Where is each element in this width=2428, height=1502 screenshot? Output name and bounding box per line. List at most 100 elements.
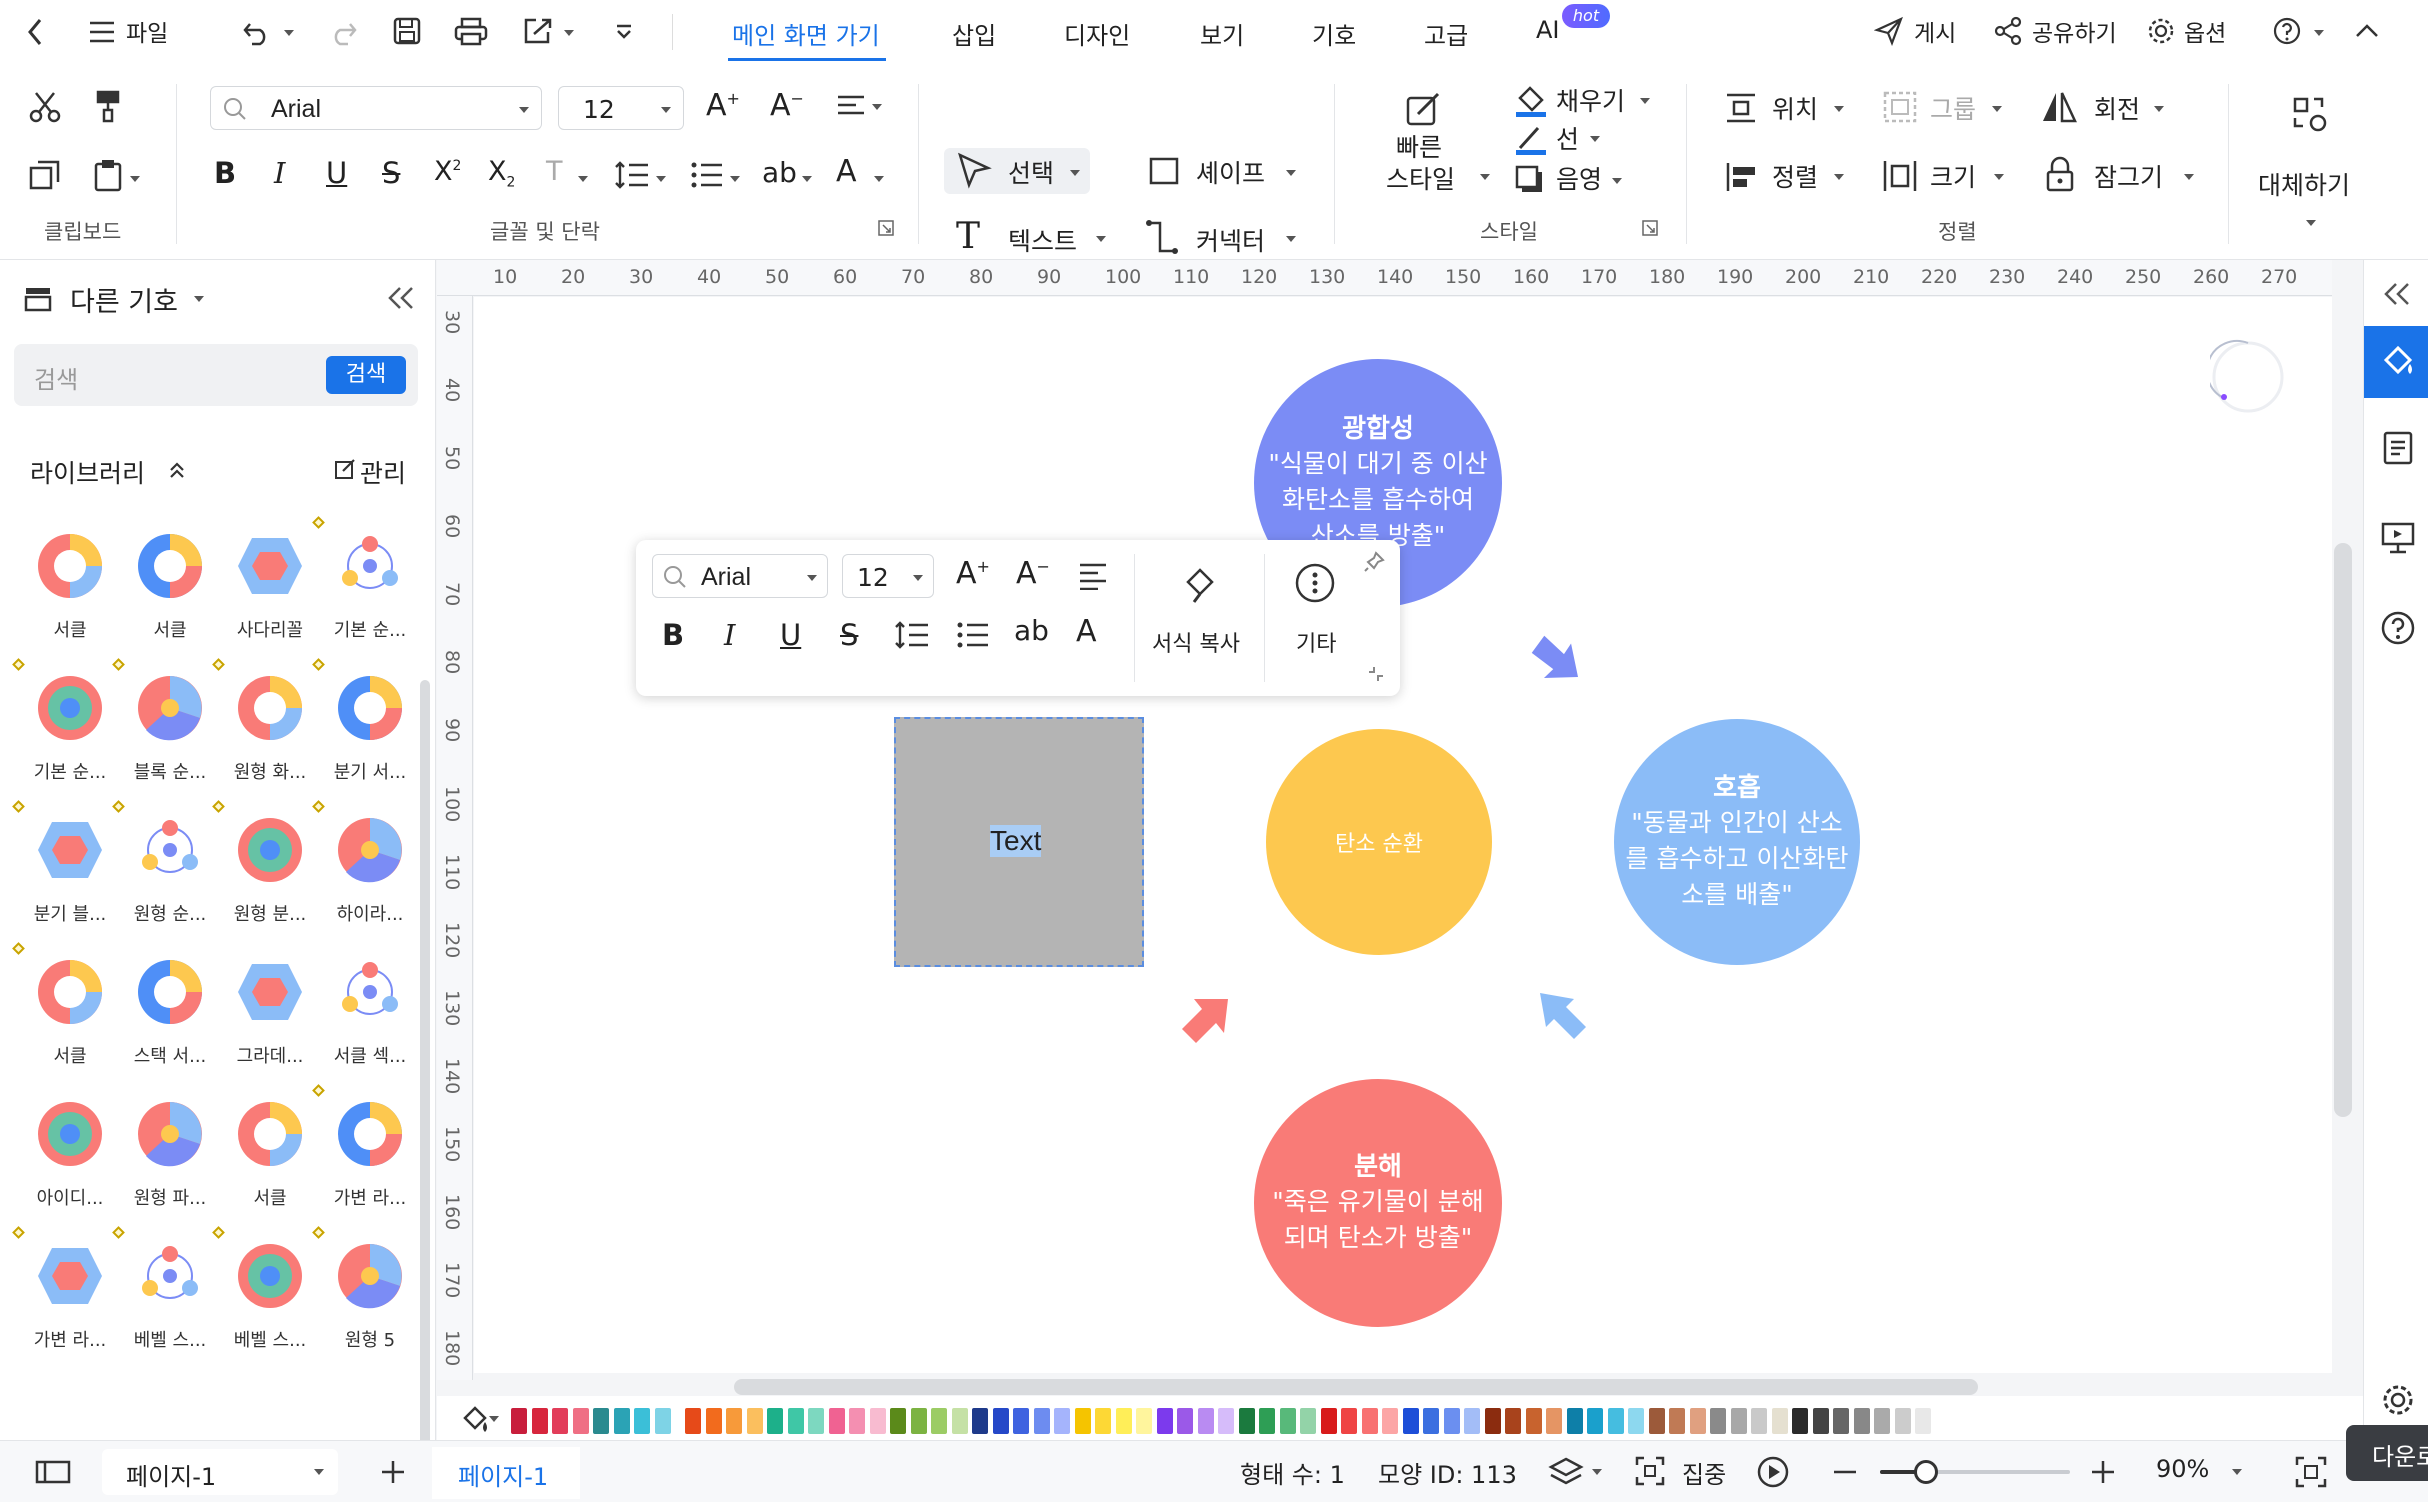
decomposition-node[interactable]: 분해 "죽은 유기물이 분해되며 탄소가 방출" — [1254, 1079, 1502, 1327]
color-swatch[interactable] — [1771, 1408, 1788, 1434]
gear-icon[interactable] — [2146, 16, 2176, 46]
library-shape-thumbnail[interactable] — [34, 1098, 106, 1170]
color-swatch[interactable] — [951, 1408, 968, 1434]
rotate-icon[interactable] — [2040, 90, 2078, 124]
panel-title-dropdown-icon[interactable] — [194, 296, 204, 302]
color-swatch[interactable] — [1197, 1408, 1214, 1434]
group-button[interactable]: 그룹 — [1930, 90, 1976, 126]
color-swatch[interactable] — [1218, 1408, 1234, 1434]
float-line-spacing-icon[interactable] — [894, 620, 930, 650]
color-swatch[interactable] — [1853, 1408, 1870, 1434]
panel-scrollbar[interactable] — [420, 680, 430, 1480]
file-menu[interactable]: 파일 — [126, 14, 168, 48]
download-tooltip[interactable]: 다운로 — [2346, 1425, 2428, 1481]
canvas-v-scrollbar[interactable] — [2334, 543, 2352, 1117]
color-swatch[interactable] — [511, 1408, 527, 1434]
line-button[interactable]: 선 — [1556, 120, 1579, 156]
float-decrease-font-icon[interactable]: A− — [1016, 556, 1050, 591]
italic-icon[interactable]: I — [274, 156, 285, 190]
shadow-button[interactable]: 음영 — [1556, 160, 1602, 196]
tab-insert[interactable]: 삽입 — [952, 16, 996, 51]
collapse-toolbar-icon[interactable] — [1366, 664, 1386, 684]
group-icon[interactable] — [1882, 90, 1918, 124]
superscript-icon[interactable]: X2 — [434, 156, 461, 187]
library-shape-thumbnail[interactable] — [34, 530, 106, 602]
selected-text-shape[interactable]: Text — [894, 717, 1144, 967]
align-left-icon[interactable] — [836, 94, 866, 120]
connector-dropdown-icon[interactable] — [1286, 236, 1296, 242]
redo-icon[interactable] — [328, 18, 358, 46]
quick-style-label-1[interactable]: 빠른 — [1396, 128, 1442, 164]
float-font-family-select[interactable]: Arial — [652, 554, 828, 598]
increase-font-icon[interactable]: A+ — [706, 88, 740, 123]
color-swatch[interactable] — [1833, 1408, 1849, 1434]
color-swatch[interactable] — [1013, 1408, 1029, 1434]
replace-icon[interactable] — [2292, 96, 2328, 134]
color-swatch[interactable] — [1730, 1408, 1747, 1434]
float-strikethrough-icon[interactable]: S — [840, 618, 858, 652]
color-swatch[interactable] — [1812, 1408, 1829, 1434]
panel-title[interactable]: 다른 기호 — [70, 280, 178, 319]
quick-style-icon[interactable] — [1404, 90, 1442, 128]
print-icon[interactable] — [454, 16, 488, 46]
hamburger-icon[interactable] — [88, 20, 116, 44]
settings-gear-icon[interactable] — [2380, 1382, 2416, 1418]
library-shape-thumbnail[interactable] — [34, 1240, 106, 1312]
float-font-color-icon[interactable]: A — [1076, 614, 1097, 649]
fill-button[interactable]: 채우기 — [1556, 82, 1625, 118]
fill-icon[interactable] — [1514, 84, 1548, 118]
quick-style-dropdown-icon[interactable] — [1480, 174, 1490, 180]
format-copy-button[interactable]: 서식 복사 — [1152, 626, 1240, 658]
library-shape-thumbnail[interactable] — [34, 956, 106, 1028]
size-icon[interactable] — [1882, 158, 1918, 194]
presentation-icon[interactable] — [2380, 520, 2416, 556]
tab-home[interactable]: 메인 화면 가기 — [732, 16, 880, 51]
color-swatch[interactable] — [1689, 1408, 1706, 1434]
color-swatch[interactable] — [992, 1408, 1009, 1434]
font-color-icon[interactable]: A — [836, 154, 857, 189]
color-swatch[interactable] — [1074, 1408, 1091, 1434]
color-swatch[interactable] — [1300, 1408, 1316, 1434]
color-swatch[interactable] — [1587, 1408, 1603, 1434]
export-dropdown-icon[interactable] — [564, 30, 574, 36]
options-button[interactable]: 옵션 — [2184, 14, 2226, 48]
color-swatch[interactable] — [531, 1408, 548, 1434]
color-swatch[interactable] — [1238, 1408, 1255, 1434]
lock-icon[interactable] — [2044, 156, 2076, 194]
selected-text[interactable]: Text — [990, 825, 1042, 857]
help-icon[interactable] — [2272, 16, 2302, 46]
select-dropdown-icon[interactable] — [1070, 170, 1080, 176]
publish-button[interactable]: 게시 — [1914, 14, 1956, 48]
paste-dropdown-icon[interactable] — [130, 176, 140, 182]
line-icon[interactable] — [1514, 122, 1548, 156]
color-swatch[interactable] — [1505, 1408, 1521, 1434]
color-swatch[interactable] — [910, 1408, 927, 1434]
text-case-icon[interactable]: ab — [762, 156, 797, 189]
manage-button[interactable]: 관리 — [360, 454, 406, 490]
subscript-icon[interactable]: X2 — [488, 156, 515, 190]
bullet-list-icon[interactable] — [690, 160, 724, 190]
color-swatch[interactable] — [1382, 1408, 1398, 1434]
fit-page-icon[interactable] — [2294, 1455, 2328, 1489]
page-tab[interactable]: 페이지-1 — [432, 1447, 580, 1499]
tab-design[interactable]: 디자인 — [1064, 16, 1130, 51]
text-tool-button[interactable]: 텍스트 — [1008, 222, 1077, 258]
float-font-size-select[interactable]: 12 — [842, 554, 934, 598]
export-icon[interactable] — [522, 16, 554, 46]
color-swatch[interactable] — [1669, 1408, 1685, 1434]
group-dropdown-icon[interactable] — [1992, 106, 2002, 112]
tab-symbols[interactable]: 기호 — [1312, 16, 1356, 51]
library-shape-thumbnail[interactable] — [334, 1098, 406, 1170]
edit-icon[interactable] — [334, 458, 356, 480]
strikethrough-icon[interactable]: S — [382, 156, 400, 190]
library-shape-thumbnail[interactable] — [234, 530, 306, 602]
color-swatch[interactable] — [634, 1408, 650, 1434]
more-options-icon[interactable] — [1294, 562, 1336, 604]
color-swatch[interactable] — [1259, 1408, 1275, 1434]
color-swatch[interactable] — [1320, 1408, 1337, 1434]
zoom-level[interactable]: 90% — [2156, 1455, 2209, 1483]
rotate-dropdown-icon[interactable] — [2154, 106, 2164, 112]
size-button[interactable]: 크기 — [1930, 158, 1976, 194]
color-swatch[interactable] — [1484, 1408, 1501, 1434]
text-dropdown-icon[interactable] — [1096, 236, 1106, 242]
